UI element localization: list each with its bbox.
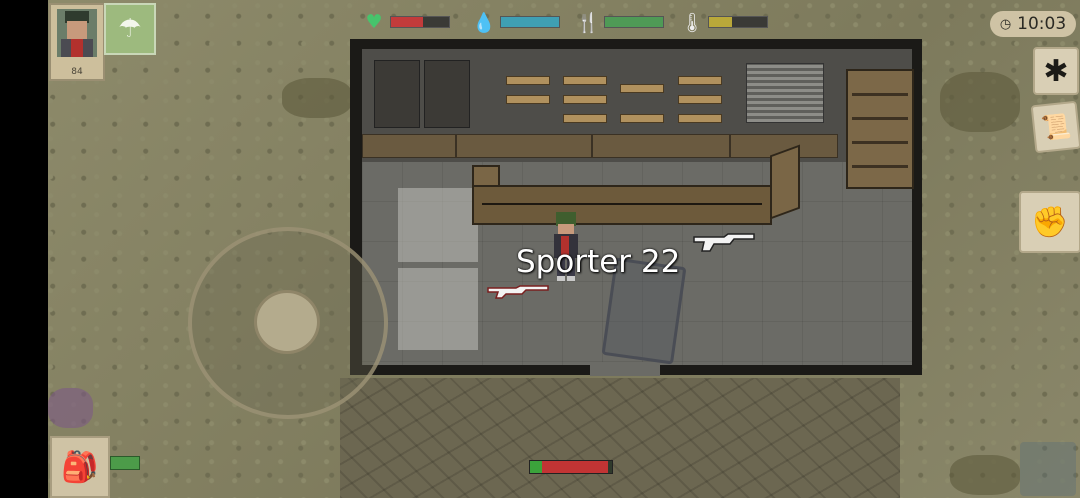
backpack-icon: 🎒 (61, 449, 99, 485)
rack-slot (374, 60, 420, 128)
ammo-box (563, 114, 607, 123)
shelf-board (852, 165, 908, 168)
hp-tip (530, 461, 542, 473)
airdrop-button[interactable]: ☂ (104, 3, 156, 55)
settings-button[interactable]: ✱ (1033, 47, 1079, 95)
ammo-box (563, 95, 607, 104)
hand-grab-icon: ✊ (1031, 204, 1069, 240)
tree-stump (940, 72, 1020, 132)
shelf-board (852, 141, 908, 144)
shop-counter[interactable] (770, 144, 800, 220)
clock-time: 10:03 (1017, 14, 1067, 34)
game-viewport[interactable]: Sporter 22 84 ☂ ♥ 💧 🍴 🌡 ◷ 10:03 ✱ 📜 ✊ 🎒 (0, 0, 1080, 498)
player-portrait[interactable]: 84 (49, 3, 105, 81)
ammo-box (506, 95, 550, 104)
player-level: 84 (71, 67, 83, 77)
ammo-box (563, 76, 607, 85)
avatar (57, 9, 97, 57)
joystick-knob[interactable] (254, 290, 320, 354)
thirst-stat: 💧 (472, 10, 560, 34)
temperature-bar (708, 16, 768, 28)
item-name-label: Sporter 22 (516, 244, 681, 280)
health-stat: ♥ (362, 10, 450, 34)
temperature-stat: 🌡 (680, 10, 768, 34)
rifle-pickup[interactable] (692, 229, 756, 255)
light-patch (398, 188, 478, 262)
thirst-fill (501, 17, 559, 27)
rifle-pickup[interactable] (486, 282, 550, 302)
heart-icon: ♥ (365, 11, 383, 33)
thirst-bar (500, 16, 560, 28)
screen-letterbox (0, 0, 48, 498)
water-drop-icon: 💧 (472, 11, 496, 34)
ammo-box (678, 95, 722, 104)
inventory-weight-bar (110, 456, 140, 470)
parachute-icon: ☂ (118, 14, 142, 44)
health-fill (391, 17, 423, 27)
rack-slot (424, 60, 470, 128)
ammo-box (620, 114, 664, 123)
clock-icon: ◷ (999, 16, 1012, 32)
ammo-box (620, 84, 664, 93)
health-bar (390, 16, 450, 28)
wall-shelf (456, 134, 592, 158)
quest-button[interactable]: 📜 (1030, 100, 1080, 154)
map-button[interactable] (1020, 442, 1076, 496)
berry-bush (48, 388, 93, 428)
ammo-box (678, 114, 722, 123)
temperature-fill (709, 17, 733, 27)
backpack-button[interactable]: 🎒 (50, 436, 110, 498)
wall-posters (746, 63, 824, 123)
dead-bush (282, 78, 352, 118)
wall-shelf (592, 134, 730, 158)
shelf-board (852, 93, 908, 96)
counter-rail (482, 203, 762, 205)
weapon-rack[interactable] (374, 60, 470, 128)
building-doorway (590, 362, 660, 376)
hunger-fill (605, 17, 663, 27)
shop-counter[interactable] (472, 185, 772, 225)
grab-button[interactable]: ✊ (1019, 191, 1080, 253)
bush (950, 455, 1020, 495)
player-hp-bar (529, 460, 613, 474)
ammo-box (678, 76, 722, 85)
game-clock: ◷ 10:03 (990, 11, 1076, 37)
hunger-bar (604, 16, 664, 28)
gear-icon: ✱ (1043, 53, 1069, 89)
wall-shelf (362, 134, 456, 158)
ammo-box (506, 76, 550, 85)
cracked-road (340, 378, 900, 498)
quest-scroll-icon: 📜 (1039, 111, 1073, 143)
light-patch (398, 268, 478, 350)
thermometer-icon: 🌡 (679, 11, 705, 34)
fork-knife-icon: 🍴 (576, 11, 600, 34)
shelf-board (852, 117, 908, 120)
hunger-stat: 🍴 (576, 10, 664, 34)
bookshelf[interactable] (846, 69, 914, 189)
